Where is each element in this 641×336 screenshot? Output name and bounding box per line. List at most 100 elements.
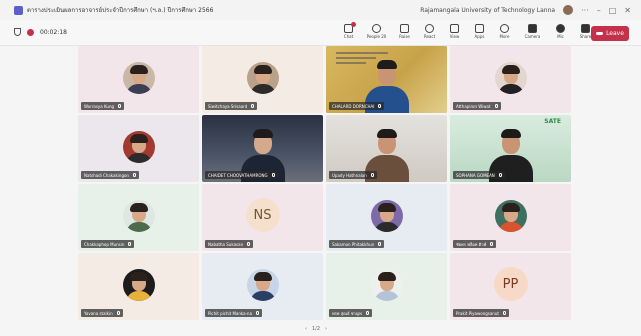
window-title: ตารางประเมินผลการอาจารย์ประจำปีการศึกษา … (27, 7, 214, 14)
mic-icon (370, 173, 374, 177)
people-icon (372, 24, 381, 33)
participant-name: Atthapiron Wiwat (453, 102, 501, 110)
camera-button[interactable]: Camera (519, 22, 546, 44)
participant-tile[interactable]: SATE SOPHANA GOMEAN (450, 115, 571, 182)
participant-tile[interactable]: Atthapiron Wiwat (450, 46, 571, 113)
participant-tile[interactable]: Yavana stalkin (78, 253, 199, 320)
participant-photo (494, 62, 527, 94)
participant-name: CHALARD DORNCHAI (329, 102, 385, 110)
participant-tile[interactable]: Worrasya Kung (78, 46, 199, 113)
mic-icon (118, 104, 122, 108)
participant-photo (122, 62, 155, 94)
mic-icon (498, 173, 502, 177)
org-name: Rajamangala University of Technology Lan… (420, 6, 556, 14)
participant-tile[interactable]: พรพ สุดเย้ ชาญพ (326, 253, 447, 320)
participant-name: SOPHANA GOMEAN (453, 171, 505, 179)
participant-tile[interactable]: PP Prakit Piyawongsanut (450, 253, 571, 320)
participant-photo (122, 131, 155, 163)
mic-icon (502, 311, 506, 315)
participant-name: Natshadi Chakakingon (81, 171, 139, 179)
mic-off-icon (556, 24, 565, 33)
next-page-button[interactable]: › (325, 326, 327, 332)
mic-icon (378, 104, 382, 108)
participant-tile[interactable]: Upady Hathnalan (326, 115, 447, 182)
apps-button[interactable]: Apps (469, 22, 490, 44)
shield-icon (14, 28, 21, 36)
react-button[interactable]: React (419, 22, 440, 44)
participant-tile[interactable]: ชัยพร ฟล็อท ติวฟ์ (450, 184, 571, 251)
participant-name: Sakamon Phitakkhun (329, 240, 385, 248)
participant-tile[interactable]: Pichit pichit Manka-na (202, 253, 323, 320)
participant-initials: PP (493, 267, 528, 301)
recording-icon (27, 28, 34, 36)
apps-icon (475, 24, 484, 33)
meeting-controls: Chat People 20 Raise React View Apps Mor… (338, 22, 596, 44)
participant-name: Pichit pichit Manka-na (205, 309, 263, 317)
participant-photo (370, 269, 403, 301)
page-indicator: 1/2 (312, 326, 321, 332)
close-button[interactable]: ✕ (624, 6, 631, 15)
participant-name: Chakkaphop Munsin (81, 240, 135, 248)
prev-page-button[interactable]: ‹ (305, 326, 307, 332)
participant-name: Prakit Piyawongsanut (453, 309, 509, 317)
mic-button[interactable]: Mic (550, 22, 571, 44)
mic-icon (132, 173, 136, 177)
sate-logo: SATE (544, 118, 561, 125)
participant-photo (494, 200, 527, 232)
hand-icon (400, 24, 409, 33)
more-button[interactable]: More (494, 22, 515, 44)
window-titlebar: ตารางประเมินผลการอาจารย์ประจำปีการศึกษา … (0, 0, 641, 20)
camera-icon (528, 24, 537, 33)
participant-name: พรพ สุดเย้ ชาญพ (329, 309, 372, 317)
participant-name: Worrasya Kung (81, 102, 125, 110)
participant-name: ชัยพร ฟล็อท ติวฟ์ (453, 240, 497, 248)
share-icon (581, 24, 590, 33)
mic-icon (365, 311, 369, 315)
restore-button[interactable]: □ (609, 6, 617, 15)
participant-tile[interactable]: Siwitchaya Srisaard (202, 46, 323, 113)
mic-icon (116, 311, 120, 315)
smile-icon (425, 24, 434, 33)
chat-button[interactable]: Chat (338, 22, 359, 44)
participant-tile[interactable]: CHAIDET CHOOVATHAMRONG (202, 115, 323, 182)
participant-initials: NS (245, 198, 280, 232)
participant-name: Yavana stalkin (81, 309, 123, 317)
meeting-toolbar: 00:02:18 Chat People 20 Raise React View… (0, 20, 641, 46)
mic-icon (490, 242, 494, 246)
mic-icon (271, 173, 275, 177)
participant-tile[interactable]: NS Nabatha Sukasan (202, 184, 323, 251)
participant-tile[interactable]: Natshadi Chakakingon (78, 115, 199, 182)
participant-name: CHAIDET CHOOVATHAMRONG (205, 171, 278, 179)
raise-hand-button[interactable]: Raise (394, 22, 415, 44)
participant-grid: Worrasya Kung Siwitchaya Srisaard CHALAR… (78, 46, 571, 322)
participant-tile[interactable]: Chakkaphop Munsin (78, 184, 199, 251)
titlebar-right: Rajamangala University of Technology Lan… (420, 0, 631, 20)
phone-hangup-icon (596, 32, 604, 35)
participant-name: Nabatha Sukasan (205, 240, 254, 248)
participant-photo (122, 200, 155, 232)
participant-photo (246, 269, 279, 301)
mic-icon (256, 311, 260, 315)
mic-icon (494, 104, 498, 108)
mic-icon (378, 242, 382, 246)
minimize-button[interactable]: – (597, 6, 601, 15)
ellipsis-icon (500, 24, 509, 33)
grid-pager: ‹ 1/2 › (305, 326, 327, 332)
participant-photo (122, 269, 155, 301)
view-button[interactable]: View (444, 22, 465, 44)
leave-button[interactable]: Leave (591, 26, 629, 41)
meeting-timer: 00:02:18 (40, 28, 67, 36)
chat-icon (344, 22, 356, 33)
participant-tile[interactable]: Sakamon Phitakkhun (326, 184, 447, 251)
participant-photo (370, 200, 403, 232)
account-avatar[interactable] (563, 5, 574, 15)
people-button[interactable]: People 20 (363, 22, 390, 44)
participant-tile-speaking[interactable]: CHALARD DORNCHAI (326, 46, 447, 113)
mic-icon (251, 104, 255, 108)
more-options-icon[interactable]: ··· (581, 6, 589, 15)
mic-icon (128, 242, 132, 246)
participant-name: Upady Hathnalan (329, 171, 377, 179)
participant-name: Siwitchaya Srisaard (205, 102, 258, 110)
grid-icon (450, 24, 459, 33)
meeting-status: 00:02:18 (14, 28, 67, 36)
